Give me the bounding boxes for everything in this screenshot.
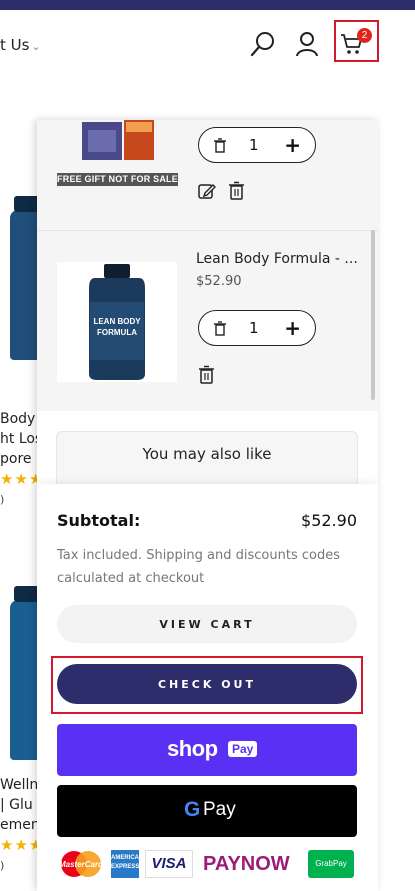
amex-icon: AMERICAN EXPRESS xyxy=(111,850,143,878)
upsell-title: You may also like xyxy=(142,445,272,463)
gift-product-image xyxy=(82,120,154,160)
trash-icon[interactable] xyxy=(198,365,215,384)
background-product-image xyxy=(0,180,40,380)
plus-icon[interactable]: + xyxy=(284,316,301,340)
google-pay-button[interactable]: G Pay xyxy=(57,785,357,837)
cart-item: LEAN BODY FORMULA Lean Body Formula - ..… xyxy=(37,230,378,411)
paynow-icon: PAYNOW xyxy=(203,853,290,875)
nav-item-about-us[interactable]: t Us ⌄ xyxy=(0,36,41,54)
tax-note: Tax included. Shipping and discounts cod… xyxy=(57,548,340,586)
mastercard-label: MasterCard xyxy=(59,860,104,869)
chevron-down-icon: ⌄ xyxy=(31,40,41,53)
account-icon[interactable] xyxy=(293,30,321,58)
trash-icon[interactable] xyxy=(213,320,227,336)
grabpay-icon: GrabPay xyxy=(308,850,354,878)
quantity-stepper: 1 + xyxy=(198,127,316,163)
checkout-button[interactable]: CHECK OUT xyxy=(57,664,357,704)
quantity-value: 1 xyxy=(249,319,259,337)
subtotal-label: Subtotal: xyxy=(57,511,141,530)
product-price: $52.90 xyxy=(196,274,242,289)
top-bar xyxy=(0,0,415,10)
trash-icon[interactable] xyxy=(213,137,227,153)
bottle-image: LEAN BODY FORMULA xyxy=(89,264,145,380)
nav-item-label: t Us xyxy=(0,36,30,54)
quantity-stepper: 1 + xyxy=(198,310,316,346)
background-product-title-2c: emen xyxy=(0,817,40,833)
edit-icon[interactable] xyxy=(198,182,216,200)
shop-pay-badge: Pay xyxy=(228,741,258,757)
cart-count-badge: 2 xyxy=(357,28,372,43)
rating-count: ) xyxy=(0,493,5,506)
background-product-title-1c: pore xyxy=(0,451,32,467)
svg-text:FORMULA: FORMULA xyxy=(97,328,137,337)
cart-item-gift: FREE GIFT NOT FOR SALE 1 + xyxy=(37,120,378,230)
scrollbar[interactable] xyxy=(371,230,375,400)
trash-icon[interactable] xyxy=(228,181,245,200)
svg-text:LEAN BODY: LEAN BODY xyxy=(93,317,141,326)
background-product-image xyxy=(0,570,40,770)
shop-pay-button[interactable]: shop Pay xyxy=(57,724,357,776)
cart-summary: Subtotal: $52.90 Tax included. Shipping … xyxy=(37,484,378,891)
free-gift-badge: FREE GIFT NOT FOR SALE xyxy=(57,173,178,186)
rating-count: ) xyxy=(0,859,5,872)
shop-pay-wordmark: shop xyxy=(167,736,218,761)
google-g-icon: G xyxy=(184,798,201,821)
background-product-title-2b: | Glu xyxy=(0,797,33,813)
plus-icon[interactable]: + xyxy=(284,133,301,157)
quantity-value: 1 xyxy=(249,136,259,154)
product-title[interactable]: Lean Body Formula - ... xyxy=(196,251,358,267)
mastercard-icon: MasterCard xyxy=(59,851,104,877)
google-pay-label: Pay xyxy=(203,799,236,820)
subtotal-value: $52.90 xyxy=(301,511,357,530)
view-cart-button[interactable]: VIEW CART xyxy=(57,605,357,643)
cart-drawer: FREE GIFT NOT FOR SALE 1 + LEAN BODY FOR… xyxy=(37,120,378,891)
background-product-title-1b: ht Los xyxy=(0,431,43,447)
visa-icon: VISA xyxy=(145,850,193,878)
search-icon[interactable] xyxy=(249,30,277,58)
product-image[interactable]: LEAN BODY FORMULA xyxy=(57,262,177,382)
